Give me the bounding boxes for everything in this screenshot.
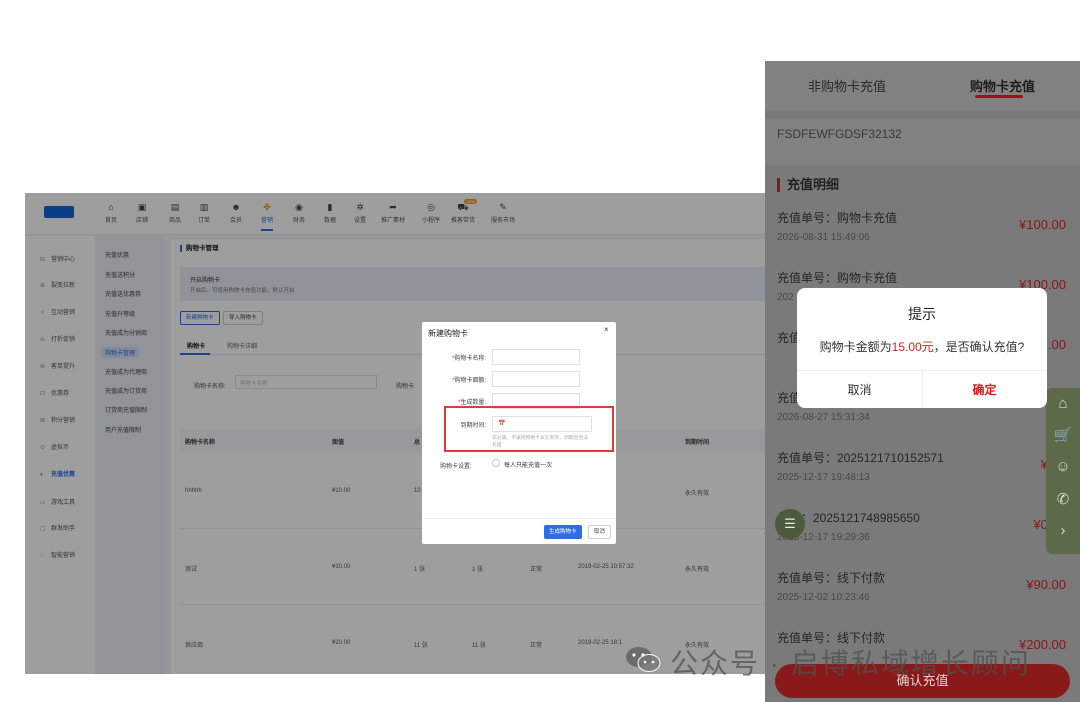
- generate-card-button[interactable]: 生成购物卡: [544, 525, 582, 539]
- new-card-modal: 新建购物卡 × *购物卡名称: *购物卡面额: *生成数量: 到期时间: 📅 非…: [422, 322, 616, 544]
- dialog-amount: 15.00元: [891, 340, 934, 354]
- once-per-user-checkbox[interactable]: [492, 459, 500, 467]
- record-time: 2026-08-27 15:31:34: [777, 412, 870, 423]
- record-amount: ¥90.00: [1026, 577, 1066, 592]
- wechat-icon: [626, 647, 661, 672]
- dialog-message: 购物卡金额为15.00元，是否确认充值?: [819, 340, 1025, 354]
- admin-panel-screenshot: ⌂ 首页 ▣ 店铺 ▤ 商品 ▥ 订单 ☻ 会员 ✤ 营销 ◉ 财务 ▮ 数据 ✲ 设置 ➦ 推广素材 ◎ 小程序 ⛟ 推客带…: [25, 193, 766, 674]
- record-title: 充值单号：线下付款: [777, 571, 886, 585]
- mobile-screenshot: 非购物卡充值 购物卡充值 FSDFEWFGDSF32132 充值明细 充值单号：…: [765, 61, 1080, 702]
- recharge-record: 充值单号：线下付款 2025-12-02 10:23:46 ¥90.00: [765, 563, 1080, 623]
- recharge-record: 单号：20251217489856502025-12-17 19:29:36¥0…: [765, 503, 1080, 563]
- field-label-quantity: *生成数量:: [457, 400, 486, 406]
- recharge-record: 充值单号：2025121710152571 2025-12-17 19:48:13…: [765, 443, 1080, 503]
- dialog-title: 提示: [908, 306, 936, 322]
- watermark: 公众号 · 启博私域增长顾问: [624, 640, 1064, 680]
- field-label-card-name: *购物卡名称:: [451, 356, 486, 362]
- cart-icon[interactable]: 🛒: [1046, 426, 1080, 444]
- record-amount: ¥100.00: [1019, 217, 1066, 232]
- record-title: 充值单号：2025121710152571: [777, 451, 944, 465]
- user-icon[interactable]: ☺: [1046, 458, 1080, 475]
- watermark-text: 公众号 · 启博私域增长顾问: [670, 648, 1031, 679]
- once-per-user-label: 每人只能充值一次: [504, 463, 553, 469]
- close-icon[interactable]: ×: [604, 325, 609, 334]
- floating-toolbar: ⌂ 🛒 ☺ ✆ ›: [1046, 388, 1080, 554]
- record-time: 2025-12-17 19:48:13: [777, 472, 870, 483]
- record-title: 充值单号：购物卡充值: [777, 211, 898, 225]
- tab-active-indicator: [975, 95, 1023, 98]
- modal-title: 新建购物卡: [428, 329, 468, 338]
- card-name-input[interactable]: [492, 349, 580, 365]
- search-list-icon[interactable]: ☰: [775, 509, 805, 539]
- record-time: 2025-12-02 10:23:46: [777, 592, 870, 603]
- record-time: 202: [777, 292, 794, 303]
- dialog-cancel-button[interactable]: 取消: [797, 381, 922, 398]
- home-icon[interactable]: ⌂: [1046, 395, 1080, 412]
- tab-non-card-recharge[interactable]: 非购物卡充值: [808, 76, 886, 95]
- modal-divider: [422, 518, 616, 519]
- record-title: 充值单号：购物卡充值: [777, 271, 898, 285]
- card-value-input[interactable]: [492, 371, 580, 387]
- modal-overlay[interactable]: [25, 193, 766, 674]
- card-number: FSDFEWFGDSF32132: [777, 127, 902, 141]
- section-title: 充值明细: [777, 178, 839, 192]
- record-time: 2026-08-31 15:49:06: [777, 232, 870, 243]
- confirm-dialog: 提示 购物卡金额为15.00元，是否确认充值? 取消 确定: [797, 288, 1047, 408]
- tab-card-recharge[interactable]: 购物卡充值: [970, 76, 1035, 95]
- phone-icon[interactable]: ✆: [1046, 490, 1080, 508]
- field-label-card-value: *购物卡面额:: [451, 378, 486, 384]
- arrow-right-icon[interactable]: ›: [1046, 522, 1080, 539]
- recharge-record: 充值单号：购物卡充值 2026-08-31 15:49:06 ¥100.00: [765, 203, 1080, 263]
- dialog-confirm-button[interactable]: 确定: [922, 381, 1047, 398]
- cancel-button[interactable]: 取消: [588, 525, 612, 539]
- recharge-tabs: 非购物卡充值 购物卡充值: [765, 61, 1080, 111]
- highlight-box: [444, 406, 614, 452]
- card-number-row: [765, 119, 1080, 165]
- card-setting-label: 购物卡设置:: [440, 464, 472, 470]
- record-amount: .00: [1047, 337, 1066, 352]
